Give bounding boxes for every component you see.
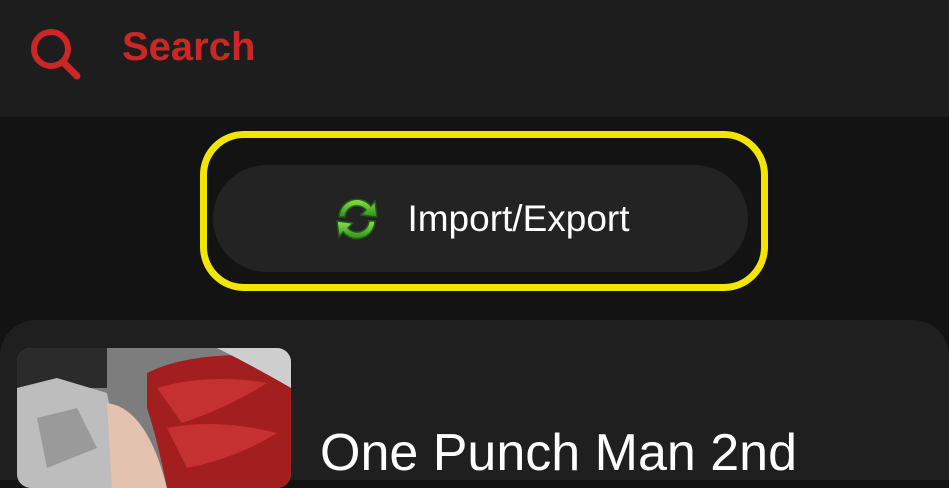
manga-title[interactable]: One Punch Man 2nd xyxy=(320,423,797,483)
manga-card[interactable]: One Punch Man 2nd xyxy=(0,320,949,488)
cover-artwork xyxy=(17,348,291,488)
import-export-label: Import/Export xyxy=(407,197,630,239)
import-export-button[interactable]: Import/Export xyxy=(213,165,748,272)
search-label[interactable]: Search xyxy=(122,24,255,70)
sync-icon xyxy=(336,198,379,239)
manga-cover-image[interactable] xyxy=(17,348,291,488)
search-bar[interactable]: Search xyxy=(0,0,949,117)
search-icon[interactable] xyxy=(28,26,84,82)
